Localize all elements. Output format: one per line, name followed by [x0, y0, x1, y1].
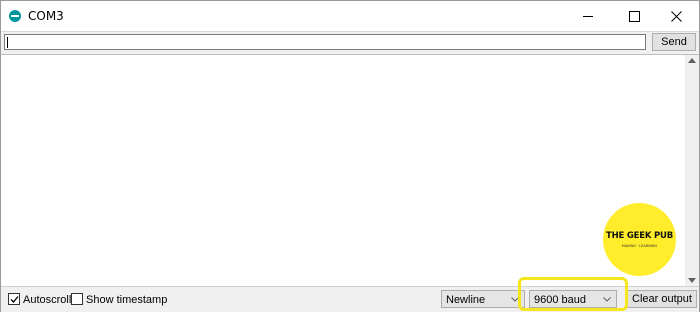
text-cursor: [7, 37, 8, 48]
send-button[interactable]: Send: [652, 33, 696, 51]
minimize-button[interactable]: [565, 1, 611, 31]
close-icon: [670, 10, 682, 22]
window-title: COM3: [28, 9, 64, 23]
maximize-icon: [628, 10, 640, 22]
close-button[interactable]: [653, 1, 699, 31]
logo-subtitle: MAKING · LEARNING: [621, 244, 658, 248]
serial-input[interactable]: [4, 34, 646, 50]
geek-pub-logo: THE GEEK PUB MAKING · LEARNING: [603, 203, 676, 276]
maximize-button[interactable]: [611, 1, 657, 31]
line-ending-value: Newline: [446, 294, 486, 306]
arduino-icon: [9, 10, 21, 22]
serial-monitor-window: COM3 Send THE GEEK PUB MAKING · LEARNING…: [0, 0, 700, 312]
baud-highlight: [518, 277, 628, 311]
clear-output-button[interactable]: Clear output: [627, 290, 697, 308]
scroll-up-icon[interactable]: [688, 58, 696, 63]
autoscroll-checkbox[interactable]: [8, 293, 20, 305]
autoscroll-label[interactable]: Autoscroll: [23, 294, 71, 306]
input-row: Send: [1, 31, 699, 54]
minimize-icon: [583, 15, 593, 17]
timestamp-checkbox[interactable]: [71, 293, 83, 305]
checkmark-icon: [10, 296, 19, 303]
line-ending-select[interactable]: Newline: [441, 290, 525, 308]
output-scrollbar[interactable]: [685, 54, 699, 286]
serial-output[interactable]: [1, 54, 685, 286]
scroll-down-icon[interactable]: [688, 278, 696, 283]
title-bar: COM3: [1, 1, 699, 31]
logo-title: THE GEEK PUB: [605, 231, 674, 241]
timestamp-label[interactable]: Show timestamp: [86, 294, 167, 306]
